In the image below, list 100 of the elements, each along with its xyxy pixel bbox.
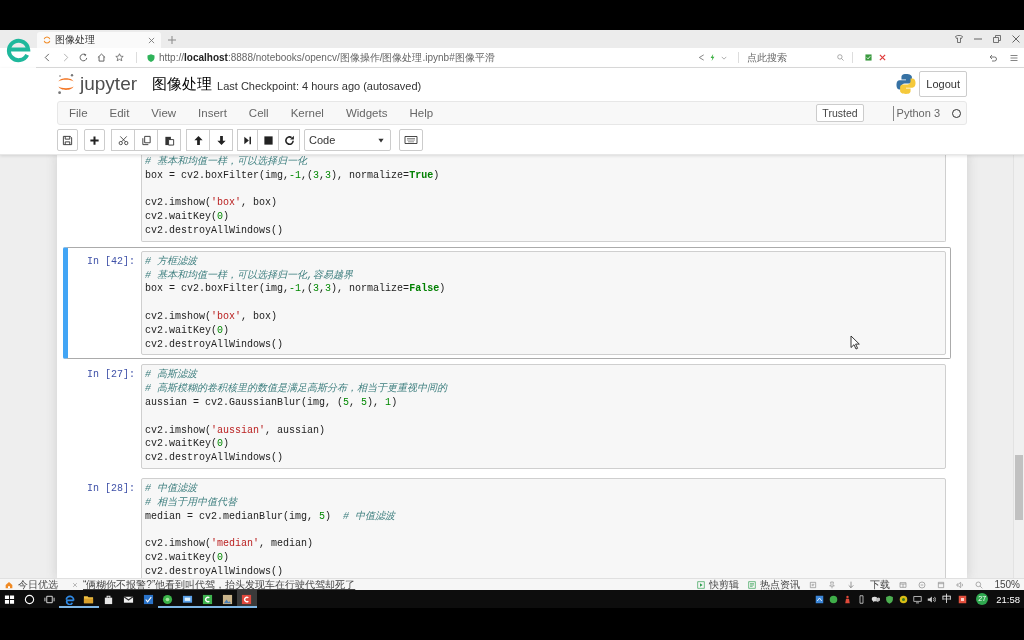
cursor-icon (850, 335, 860, 350)
play-tile-icon[interactable] (697, 580, 706, 589)
code-line: cv2.waitKey(0) (145, 323, 230, 338)
bag-icon (103, 593, 115, 605)
kernel-logo-icon (896, 73, 917, 95)
menu-item[interactable]: Widgets (334, 103, 399, 123)
zoom-level[interactable]: 150% (994, 579, 1020, 590)
address-field[interactable]: http://localhost:8888/notebooks/opencv/图像操作/图像处理.ipynb#图像平滑 (159, 51, 495, 64)
logout-button[interactable]: Logout (919, 71, 967, 97)
news-link[interactable]: “俩糊你不报警?”他看到叫代驾，抬头发现车在行驶代驾却死了 (83, 579, 356, 590)
logo-icon[interactable] (57, 73, 75, 95)
shield-icon[interactable] (885, 594, 895, 604)
browser-tab[interactable]: 图像处理 (37, 32, 161, 48)
code-line: cv2.destroyAllWindows() (145, 224, 284, 238)
notebook-cell[interactable]: In [42]: # 方框滤波 # 基本和均值一样，可以选择归一化,容易越界 box = cv2.boxFilter(img,-1,(3,3), normalize=False) cv2.imshow('box', box) cv2.waitKey(0) cv2.destroyAllWindows() (63, 246, 951, 360)
copy-button[interactable] (134, 129, 158, 151)
taskbar-button[interactable] (237, 590, 257, 608)
code-line: cv2.destroyAllWindows() (145, 451, 284, 465)
code-line: cv2.imshow('box', box) (145, 196, 278, 211)
lightning-icon[interactable] (709, 54, 716, 61)
undo-icon[interactable] (989, 53, 997, 62)
caret-icon (378, 137, 384, 143)
code-line: cv2.imshow('aussian', aussian) (145, 423, 326, 438)
monitor-icon[interactable] (913, 594, 923, 604)
star-icon[interactable] (115, 53, 124, 62)
menu-icon[interactable] (1010, 53, 1018, 62)
cross-icon[interactable] (879, 54, 886, 61)
menu-item[interactable]: Cell (237, 103, 280, 123)
notebook-cell[interactable]: In [27]: # 高斯滤波 # 高斯模糊的卷积核里的数值是满足高斯分布，相当于更重视中间的 aussian = cv2.GaussianBlur(img, (5, 5), 1) cv2.imshow('aussian', aussian) cv2.waitKey(0) cv2.destroyAllWindows() (63, 360, 951, 473)
cell-type-select[interactable]: Code (304, 129, 391, 151)
check-tile-icon (142, 593, 154, 605)
paste-button[interactable] (157, 129, 181, 151)
square-tile-icon[interactable] (958, 594, 968, 604)
down-arrow-icon (215, 134, 227, 146)
insert-cell-button[interactable] (84, 129, 105, 151)
restart-button[interactable] (278, 129, 300, 151)
stop-icon (262, 134, 274, 146)
brand-name[interactable]: jupyter (80, 73, 138, 95)
arc-tile-icon (201, 593, 213, 605)
input-method-indicator[interactable]: 中 (942, 593, 953, 605)
close-icon[interactable] (1012, 35, 1020, 43)
cell-prompt: In [42]: (87, 254, 135, 269)
code-line: cv2.imshow('median', median) (145, 537, 314, 551)
ring-icon[interactable] (24, 593, 36, 605)
trusted-button[interactable]: Trusted (816, 104, 864, 122)
close-icon[interactable] (148, 36, 155, 44)
save-button[interactable] (57, 129, 78, 151)
run-button[interactable] (237, 129, 258, 151)
code-editor[interactable]: # 中值滤波 # 相当于用中值代替 median = cv2.medianBlur(img, 5) # 中值滤波 cv2.imshow('median', median) cv2.waitKey(0) cv2.destroyAllWindows() (141, 477, 946, 578)
windows-icon[interactable] (4, 593, 16, 605)
restore-icon[interactable] (993, 35, 1001, 43)
ball-icon[interactable] (899, 594, 909, 604)
code-line: # 基本和均值一样，可以选择归一化,容易越界 (145, 268, 353, 283)
copy-icon (140, 134, 152, 146)
stop-button[interactable] (257, 129, 279, 151)
menu-item[interactable]: Insert (187, 103, 238, 123)
feed-link[interactable]: 今日优选 (18, 579, 58, 590)
figure-icon[interactable] (843, 594, 853, 604)
move-down-button[interactable] (209, 129, 233, 151)
kernel-name[interactable]: Python 3 (896, 107, 940, 119)
envelope-icon (122, 593, 134, 605)
speaker-icon[interactable] (927, 594, 937, 604)
refresh-icon[interactable] (79, 53, 88, 62)
keyboard-icon (404, 135, 418, 145)
status-link[interactable]: 快剪辑 (709, 579, 740, 590)
home-icon[interactable] (97, 53, 106, 62)
move-up-button[interactable] (186, 129, 210, 151)
share-icon[interactable] (698, 54, 705, 61)
code-line: cv2.destroyAllWindows() (145, 564, 284, 578)
clock[interactable]: 21:58 (996, 593, 1020, 605)
back-icon[interactable] (43, 53, 52, 62)
menu-item[interactable]: Edit (98, 103, 141, 123)
phone-icon[interactable] (857, 594, 867, 604)
status-link[interactable]: 下载 (870, 579, 891, 590)
code-editor[interactable]: # 高斯滤波 # 高斯模糊的卷积核里的数值是满足高斯分布，相当于更重视中间的 aussian = cv2.GaussianBlur(img, (5, 5), 1) cv2.imshow('aussian', aussian) cv2.waitKey(0) cv2.destroyAllWindows() (141, 364, 946, 469)
code-line: aussian = cv2.GaussianBlur(img, (5, 5), 1) (145, 395, 398, 410)
code-line: # 方框滤波 (145, 254, 197, 269)
keyboard-button[interactable] (399, 129, 423, 151)
chat-bubbles-icon[interactable] (871, 594, 881, 604)
scroll-thumb[interactable] (1015, 455, 1023, 520)
scissors-icon (117, 134, 129, 146)
loading-ring-icon (43, 36, 51, 44)
shirt-icon[interactable] (955, 35, 963, 43)
notebook-title[interactable]: 图像处理 (152, 74, 213, 94)
checkpoint-status: Last Checkpoint: 4 hours ago (autosaved) (217, 79, 422, 92)
chevron-tile-icon[interactable] (815, 594, 825, 604)
menu-item[interactable]: File (58, 103, 99, 123)
cut-button[interactable] (111, 129, 135, 151)
news-tile-icon[interactable] (748, 580, 757, 589)
scrollbar[interactable] (1013, 155, 1024, 578)
status-link[interactable]: 热点资讯 (760, 579, 801, 590)
notebook-cell[interactable]: In [28]: # 中值滤波 # 相当于用中值代替 median = cv2.medianBlur(img, 5) # 中值滤波 cv2.imshow('median', median) cv2.waitKey(0) cv2.destroyAllWindows() (63, 473, 951, 578)
task-view-icon[interactable] (43, 593, 55, 605)
menu-item[interactable]: Help (398, 103, 445, 123)
code-editor[interactable]: # 方框滤波 # 基本和均值一样，可以选择归一化,容易越界 box = cv2.boxFilter(img,-1,(3,3), normalize=False) cv2.imshow('box', box) cv2.waitKey(0) cv2.destroyAllWindows() (141, 250, 946, 356)
menu-item[interactable]: View (140, 103, 188, 123)
cell-prompt: In [28]: (87, 481, 135, 496)
check-tile-icon[interactable] (865, 54, 872, 61)
menu-item[interactable]: Kernel (279, 103, 335, 123)
search-field[interactable]: 点此搜索 (747, 50, 833, 65)
